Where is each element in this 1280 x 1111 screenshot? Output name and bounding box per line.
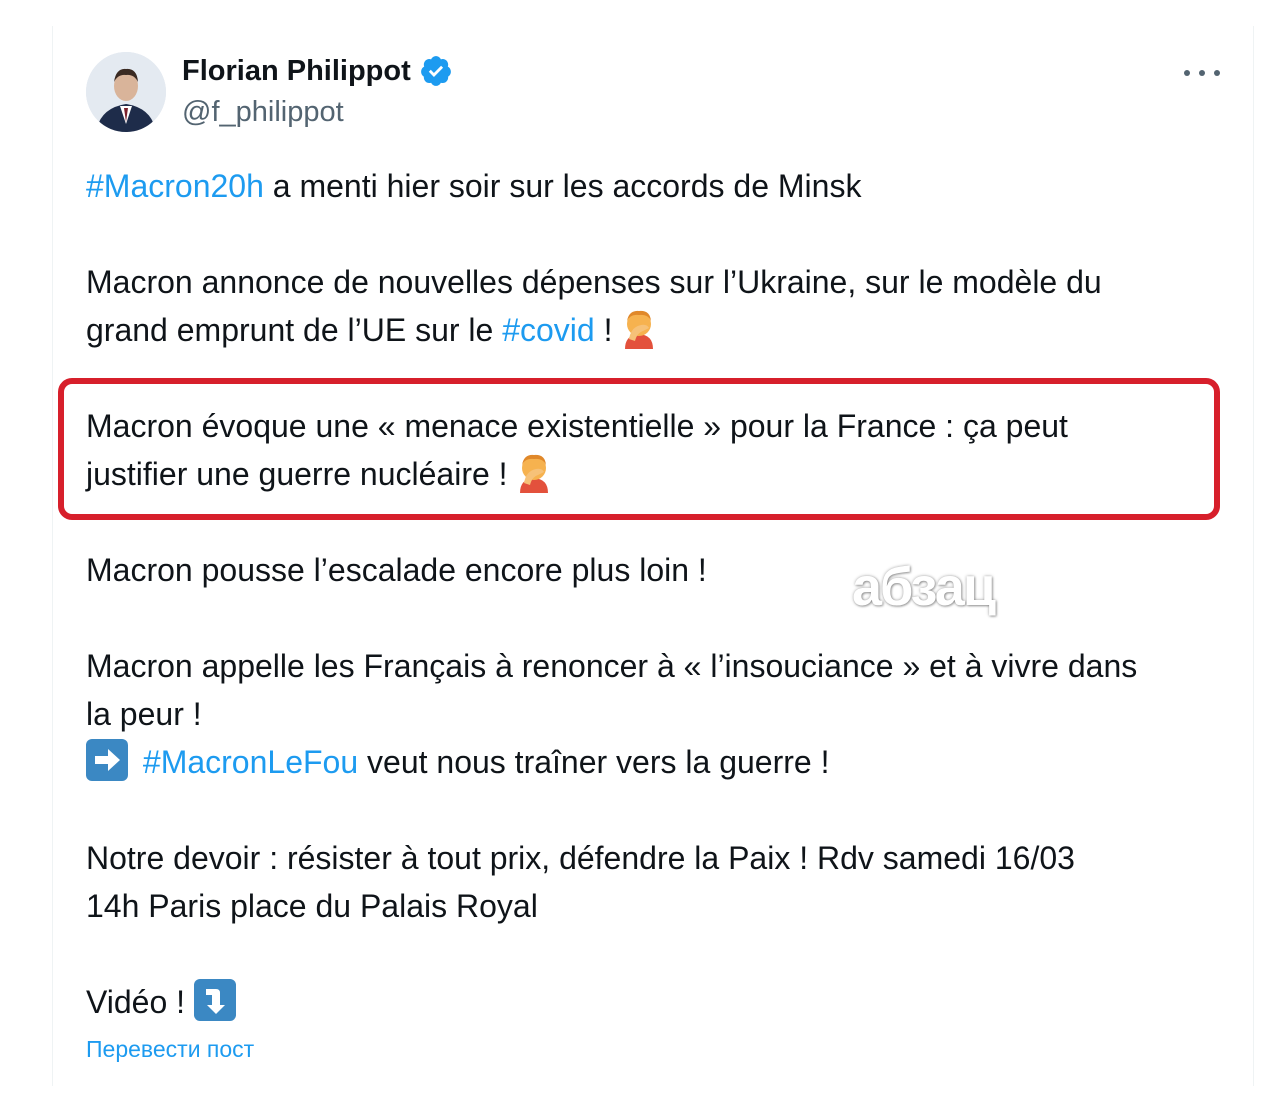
paragraph-line: Notre devoir : résister à tout prix, déf… xyxy=(86,840,1075,876)
paragraph-line: Macron annonce de nouvelles dépenses sur… xyxy=(86,264,1102,300)
arrow-down-emoji-icon xyxy=(193,979,236,1021)
paragraph-line: la peur ! xyxy=(86,696,202,732)
tweet-paragraph-2: Macron annonce de nouvelles dépenses sur… xyxy=(86,258,1226,354)
arrow-right-emoji-icon xyxy=(86,739,128,781)
avatar[interactable] xyxy=(86,52,166,132)
verified-badge-icon xyxy=(420,56,451,86)
paragraph-line: Macron évoque une « menace existentielle… xyxy=(86,408,1068,444)
hashtag-link[interactable]: #Macron20h xyxy=(86,168,264,204)
tweet-paragraph-7: Vidéo ! xyxy=(86,978,1226,1026)
author-handle[interactable]: @f_philippot xyxy=(182,96,344,129)
watermark: абзац xyxy=(852,557,996,617)
facepalm-emoji-icon xyxy=(520,454,549,493)
paragraph-text: ! xyxy=(594,312,622,348)
tweet-paragraph-4: Macron pousse l’escalade encore plus loi… xyxy=(86,552,707,588)
paragraph-line: Macron appelle les Français à renoncer à… xyxy=(86,648,1138,684)
tweet-paragraph-5: Macron appelle les Français à renoncer à… xyxy=(86,642,1226,786)
paragraph-text: veut nous traîner vers la guerre ! xyxy=(358,744,830,780)
hashtag-link[interactable]: #MacronLeFou xyxy=(143,744,358,780)
paragraph-text: a menti hier soir sur les accords de Min… xyxy=(263,168,862,204)
tweet-paragraph-6: Notre devoir : résister à tout prix, déf… xyxy=(86,834,1226,930)
hashtag-link[interactable]: #covid xyxy=(502,312,595,348)
author-name[interactable]: Florian Philippot xyxy=(182,55,411,88)
facepalm-emoji-icon xyxy=(625,310,654,349)
translate-post-link[interactable]: Перевести пост xyxy=(86,1036,254,1063)
paragraph-line: justifier une guerre nucléaire ! xyxy=(86,450,1226,498)
more-options-icon[interactable] xyxy=(1184,60,1220,86)
paragraph-line: grand emprunt de l’UE sur le #covid ! xyxy=(86,306,1226,354)
paragraph-line: #MacronLeFou veut nous traîner vers la g… xyxy=(86,738,1226,786)
author-name-row: Florian Philippot xyxy=(182,54,453,88)
paragraph-text: Vidéo ! xyxy=(86,984,194,1020)
paragraph-line: 14h Paris place du Palais Royal xyxy=(86,888,538,924)
paragraph-text: grand emprunt de l’UE sur le xyxy=(86,312,503,348)
tweet-paragraph-3: Macron évoque une « menace existentielle… xyxy=(86,402,1226,498)
tweet-paragraph-1: #Macron20h a menti hier soir sur les acc… xyxy=(86,162,1226,210)
paragraph-text: justifier une guerre nucléaire ! xyxy=(86,456,517,492)
